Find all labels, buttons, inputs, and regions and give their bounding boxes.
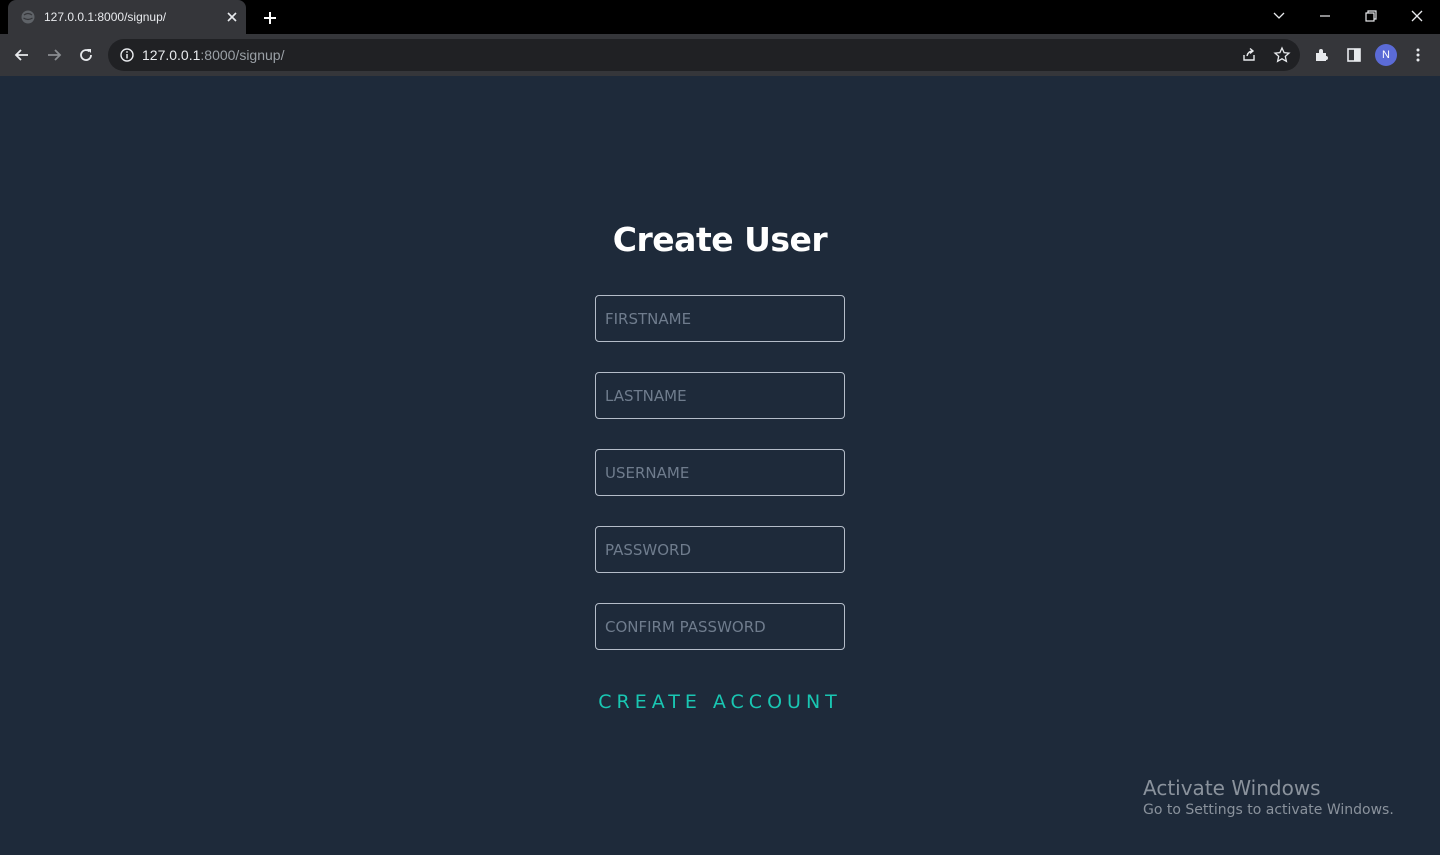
share-icon[interactable] xyxy=(1239,45,1259,65)
activation-watermark-title: Activate Windows xyxy=(1143,776,1321,800)
page-title: Create User xyxy=(612,220,828,259)
firstname-field[interactable] xyxy=(595,295,845,342)
address-bar[interactable]: 127.0.0.1:8000/signup/ xyxy=(108,39,1300,71)
username-field[interactable] xyxy=(595,449,845,496)
activation-watermark-subtitle: Go to Settings to activate Windows. xyxy=(1143,802,1394,818)
lastname-field[interactable] xyxy=(595,372,845,419)
bookmark-star-icon[interactable] xyxy=(1272,45,1292,65)
extensions-icon[interactable] xyxy=(1312,45,1332,65)
password-field[interactable] xyxy=(595,526,845,573)
url-host: 127.0.0.1 xyxy=(142,47,201,63)
site-info-icon[interactable] xyxy=(117,45,137,65)
tab-search-icon[interactable] xyxy=(1270,7,1288,25)
profile-avatar[interactable]: N xyxy=(1375,44,1397,66)
page-content: Create User CREATE ACCOUNT Activate Wind… xyxy=(0,76,1440,855)
browser-toolbar: 127.0.0.1:8000/signup/ N xyxy=(0,34,1440,76)
browser-tab[interactable]: 127.0.0.1:8000/signup/ xyxy=(8,0,246,34)
close-window-icon[interactable] xyxy=(1408,7,1426,25)
back-icon[interactable] xyxy=(12,45,32,65)
reload-icon[interactable] xyxy=(76,45,96,65)
create-account-button[interactable]: CREATE ACCOUNT xyxy=(0,688,1440,716)
create-account-label: CREATE ACCOUNT xyxy=(598,691,842,713)
confirm-password-field[interactable] xyxy=(595,603,845,650)
more-menu-icon[interactable] xyxy=(1408,45,1428,65)
tab-strip: 127.0.0.1:8000/signup/ xyxy=(0,0,1440,34)
url-path: :8000/signup/ xyxy=(200,47,285,63)
new-tab-icon[interactable] xyxy=(261,9,279,27)
forward-icon[interactable] xyxy=(44,45,64,65)
globe-icon xyxy=(21,10,35,24)
tab-title: 127.0.0.1:8000/signup/ xyxy=(44,10,167,24)
url-text: 127.0.0.1:8000/signup/ xyxy=(142,47,284,63)
minimize-icon[interactable] xyxy=(1316,7,1334,25)
close-tab-icon[interactable] xyxy=(224,9,240,25)
side-panel-icon[interactable] xyxy=(1344,45,1364,65)
restore-icon[interactable] xyxy=(1362,7,1380,25)
